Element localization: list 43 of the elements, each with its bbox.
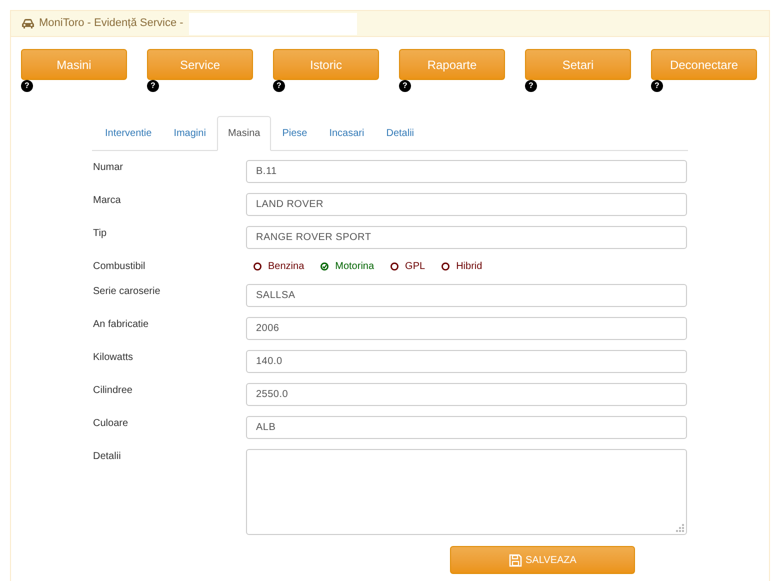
help-badge[interactable]: ? — [399, 80, 411, 92]
field-label: An fabricatie — [92, 318, 150, 332]
tab[interactable]: Masina — [216, 116, 272, 151]
field-label: Numar — [92, 161, 124, 175]
radio-circle-icon — [253, 262, 262, 271]
save-icon — [508, 554, 522, 566]
text-field[interactable]: LAND ROVER — [246, 193, 687, 216]
radio-option[interactable]: Benzina — [253, 259, 304, 274]
radio-option[interactable]: GPL — [390, 259, 426, 274]
field-label: Cilindree — [92, 384, 134, 398]
field-label: Kilowatts — [92, 351, 134, 365]
text-field[interactable]: 140.0 — [246, 350, 687, 373]
tab[interactable]: Incasari — [318, 116, 376, 151]
tab[interactable]: Interventie — [94, 116, 163, 151]
car-icon — [21, 18, 35, 29]
tab[interactable]: Piese — [271, 116, 318, 151]
text-field[interactable]: 2550.0 — [246, 383, 687, 406]
field-label: Tip — [92, 227, 108, 241]
text-field[interactable]: RANGE ROVER SPORT — [246, 226, 687, 249]
field-label: Detalii — [92, 450, 122, 464]
help-badge[interactable]: ? — [273, 80, 285, 92]
window-title: MoniToro - Evidență Service - — [39, 16, 184, 32]
text-area[interactable] — [246, 449, 687, 535]
field-label: Combustibil — [92, 260, 146, 274]
radio-option[interactable]: Motorina — [320, 259, 374, 274]
field-label: Culoare — [92, 417, 130, 431]
text-field[interactable]: B.11 — [246, 160, 687, 183]
field-label: Marca — [92, 194, 122, 208]
resize-handle-icon — [676, 524, 685, 533]
field-label: Serie caroserie — [92, 285, 162, 299]
radio-circle-icon — [441, 262, 450, 271]
text-field[interactable]: ALB — [246, 416, 687, 439]
help-badge[interactable]: ? — [651, 80, 663, 92]
check-circle-icon — [320, 262, 330, 271]
radio-option[interactable]: Hibrid — [441, 259, 482, 274]
help-badge[interactable]: ? — [21, 80, 33, 92]
help-badge[interactable]: ? — [147, 80, 159, 92]
text-field[interactable]: SALLSA — [246, 284, 687, 307]
tab[interactable]: Imagini — [162, 116, 217, 151]
tab[interactable]: Detalii — [375, 116, 426, 151]
radio-circle-icon — [390, 262, 400, 271]
help-badge[interactable]: ? — [525, 80, 537, 92]
text-field[interactable]: 2006 — [246, 317, 687, 340]
